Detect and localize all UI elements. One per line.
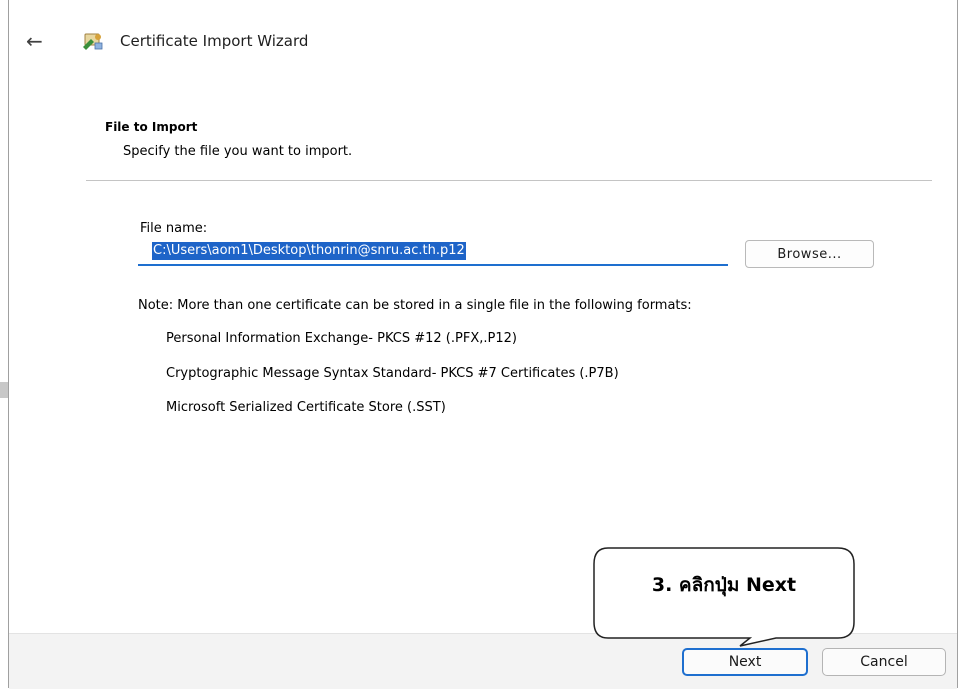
certificate-wizard-icon [83,33,103,50]
browse-button[interactable]: Browse... [745,240,874,268]
formats-note: Note: More than one certificate can be s… [138,298,692,313]
header-divider [86,180,932,181]
file-name-input[interactable]: C:\Users\aom1\Desktop\thonrin@snru.ac.th… [138,240,728,266]
back-arrow-icon[interactable]: ← [26,31,43,51]
section-subtitle: Specify the file you want to import. [123,144,353,159]
wizard-title: Certificate Import Wizard [120,32,309,50]
wizard-header: ← Certificate Import Wizard [0,0,959,80]
background-edge [0,382,8,398]
format-item: Microsoft Serialized Certificate Store (… [166,400,446,415]
callout-text: 3. คลิกปุ่ม Next [651,574,797,596]
file-name-value: C:\Users\aom1\Desktop\thonrin@snru.ac.th… [152,242,466,260]
format-item: Cryptographic Message Syntax Standard- P… [166,366,619,381]
file-name-label: File name: [140,221,208,236]
format-item: Personal Information Exchange- PKCS #12 … [166,331,517,346]
section-title: File to Import [105,120,198,134]
